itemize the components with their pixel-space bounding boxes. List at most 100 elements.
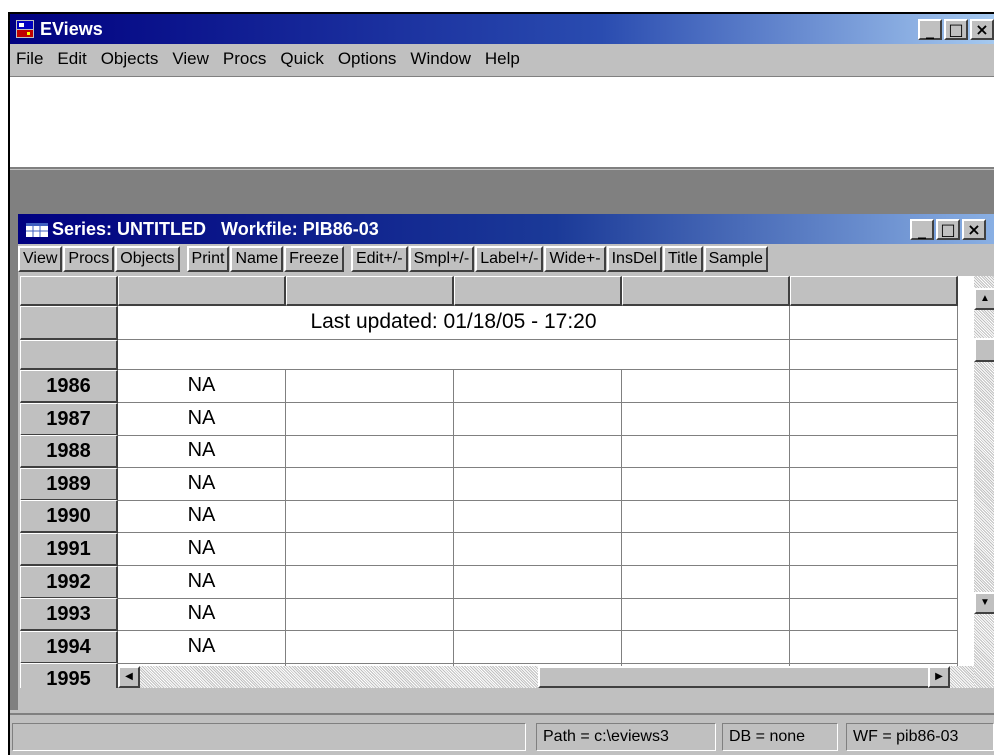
series-value-cell[interactable]: NA	[118, 500, 286, 534]
scroll-left-arrow-icon[interactable]: ◀	[118, 666, 140, 688]
grid-cell[interactable]	[286, 500, 454, 534]
column-header[interactable]	[790, 276, 958, 306]
grid-cell[interactable]	[454, 565, 622, 599]
series-value-cell[interactable]: NA	[118, 435, 286, 469]
command-window[interactable]	[10, 76, 994, 169]
toolbar-button-insdel[interactable]: InsDel	[606, 246, 662, 272]
grid-cell[interactable]	[454, 370, 622, 403]
series-value-cell[interactable]: NA	[118, 370, 286, 403]
menu-objects[interactable]: Objects	[95, 49, 167, 69]
grid-cell[interactable]	[286, 533, 454, 566]
series-value-cell[interactable]: NA	[118, 598, 286, 632]
grid-cell[interactable]	[790, 435, 958, 469]
toolbar-button-label[interactable]: Label+/-	[475, 246, 544, 272]
grid-cell[interactable]	[622, 565, 790, 599]
grid-cell[interactable]	[454, 630, 622, 664]
status-path: Path = c:\eviews3	[536, 723, 716, 751]
menu-quick[interactable]: Quick	[274, 49, 331, 69]
grid-cell[interactable]	[454, 533, 622, 566]
grid-cell[interactable]	[790, 630, 958, 664]
column-header[interactable]	[286, 276, 454, 306]
series-value-cell[interactable]: NA	[118, 630, 286, 664]
close-button[interactable]: ×	[970, 19, 994, 40]
grid-cell[interactable]	[454, 402, 622, 436]
toolbar-button-view[interactable]: View	[18, 246, 63, 272]
menu-options[interactable]: Options	[332, 49, 405, 69]
grid-cell[interactable]	[286, 435, 454, 469]
grid-cell[interactable]	[790, 533, 958, 566]
vertical-scrollbar[interactable]: ▲ ▼	[974, 276, 994, 688]
series-titlebar[interactable]: Series: UNTITLED Workfile: PIB86-03 _ □ …	[18, 214, 994, 244]
scroll-down-arrow-icon[interactable]: ▼	[974, 592, 994, 614]
grid-cell[interactable]	[790, 565, 958, 599]
grid-cell[interactable]	[790, 402, 958, 436]
grid-cell[interactable]	[622, 370, 790, 403]
row-header-year: 1995	[20, 663, 118, 688]
horizontal-scroll-thumb[interactable]	[538, 666, 934, 688]
grid-cell[interactable]	[286, 565, 454, 599]
toolbar-button-title[interactable]: Title	[662, 246, 703, 272]
series-value-cell[interactable]: NA	[118, 402, 286, 436]
grid-cell[interactable]	[622, 435, 790, 469]
toolbar-button-objects[interactable]: Objects	[115, 246, 180, 272]
series-value-cell[interactable]: NA	[118, 565, 286, 599]
grid-cell[interactable]	[790, 306, 958, 340]
grid-cell[interactable]	[622, 500, 790, 534]
grid-cell[interactable]	[622, 533, 790, 566]
grid-cell[interactable]	[286, 467, 454, 501]
grid-cell[interactable]	[622, 598, 790, 632]
toolbar-button-procs[interactable]: Procs	[63, 246, 115, 272]
toolbar-button-wide[interactable]: Wide+-	[544, 246, 606, 272]
column-header[interactable]	[118, 276, 286, 306]
menu-help[interactable]: Help	[479, 49, 528, 69]
minimize-button[interactable]: _	[918, 19, 942, 40]
column-header[interactable]	[622, 276, 790, 306]
grid-cell[interactable]	[286, 402, 454, 436]
series-close-button[interactable]: ×	[962, 219, 986, 240]
grid-cell[interactable]	[454, 598, 622, 632]
grid-cell[interactable]	[622, 630, 790, 664]
grid-cell[interactable]	[790, 598, 958, 632]
grid-cell[interactable]	[286, 370, 454, 403]
row-header-year: 1990	[20, 500, 118, 534]
grid-cell[interactable]	[118, 340, 790, 370]
series-toolbar: View Procs Objects Print Name Freeze Edit+/- Sm…	[18, 246, 994, 274]
grid-cell[interactable]	[790, 500, 958, 534]
series-window: Series: UNTITLED Workfile: PIB86-03 _ □ …	[18, 214, 994, 710]
toolbar-button-sample[interactable]: Sample	[703, 246, 768, 272]
grid-cell[interactable]	[790, 467, 958, 501]
scroll-up-arrow-icon[interactable]: ▲	[974, 288, 994, 310]
maximize-button[interactable]: □	[944, 19, 968, 40]
grid-cell[interactable]	[454, 467, 622, 501]
grid-cell[interactable]	[286, 630, 454, 664]
toolbar-button-name[interactable]: Name	[230, 246, 284, 272]
menu-file[interactable]: File	[10, 49, 51, 69]
toolbar-button-freeze[interactable]: Freeze	[284, 246, 344, 272]
menu-window[interactable]: Window	[404, 49, 478, 69]
grid-cell[interactable]	[622, 467, 790, 501]
scroll-thumb[interactable]	[974, 338, 994, 362]
grid-cell[interactable]	[622, 402, 790, 436]
series-maximize-button[interactable]: □	[936, 219, 960, 240]
grid-cell[interactable]	[454, 435, 622, 469]
menu-edit[interactable]: Edit	[51, 49, 94, 69]
series-value-cell[interactable]: NA	[118, 467, 286, 501]
series-value-cell[interactable]: NA	[118, 533, 286, 566]
grid-cell[interactable]	[286, 598, 454, 632]
toolbar-button-print[interactable]: Print	[186, 246, 230, 272]
app-titlebar[interactable]: EViews _ □ ×	[10, 14, 994, 44]
scroll-right-arrow-icon[interactable]: ▶	[928, 666, 950, 688]
column-header[interactable]	[20, 276, 118, 306]
menu-view[interactable]: View	[166, 49, 217, 69]
menu-procs[interactable]: Procs	[217, 49, 274, 69]
column-header[interactable]	[454, 276, 622, 306]
series-minimize-button[interactable]: _	[910, 219, 934, 240]
row-header-year: 1987	[20, 402, 118, 436]
horizontal-scrollbar[interactable]: ◀ ▶	[118, 666, 974, 688]
grid-cell[interactable]	[454, 500, 622, 534]
grid-cell[interactable]	[790, 370, 958, 403]
status-db: DB = none	[722, 723, 838, 751]
toolbar-button-smpl[interactable]: Smpl+/-	[408, 246, 475, 272]
toolbar-button-edit[interactable]: Edit+/-	[350, 246, 408, 272]
grid-cell[interactable]	[790, 340, 958, 370]
